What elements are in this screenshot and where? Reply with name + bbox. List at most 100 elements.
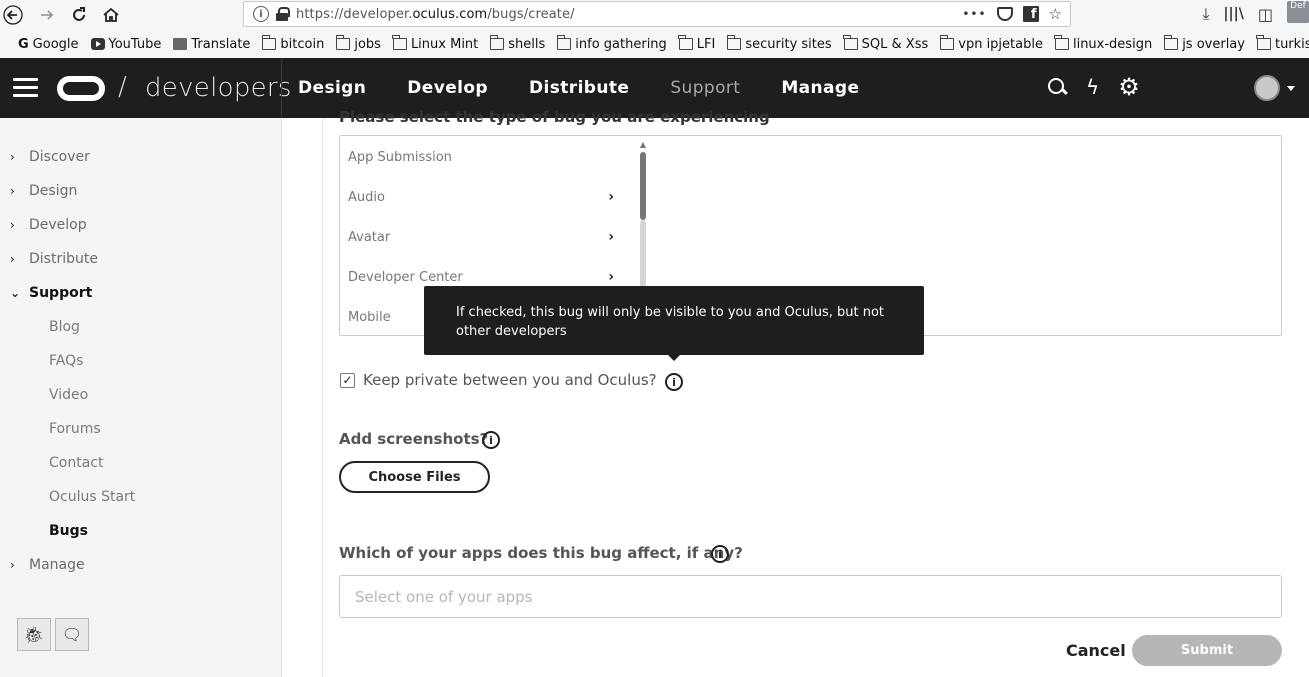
sidebar-item-develop[interactable]: › Develop bbox=[0, 214, 87, 236]
privacy-tooltip: If checked, this bug will only be visibl… bbox=[424, 286, 924, 361]
bug-type-label: Please select the type of bug you are ex… bbox=[339, 108, 770, 126]
folder-icon bbox=[556, 35, 572, 50]
bug-report-button[interactable]: 🐞︎ bbox=[17, 618, 51, 651]
bookmark-folder[interactable]: turkish bbox=[1256, 35, 1309, 52]
content-divider bbox=[322, 118, 323, 677]
bookmark-folder[interactable]: SQL & Xss bbox=[843, 35, 928, 52]
bookmark-google[interactable]: G Google bbox=[18, 37, 79, 52]
chevron-down-icon: ⌄ bbox=[10, 286, 21, 300]
pocket-icon[interactable] bbox=[996, 7, 1013, 21]
sidebar-item-design[interactable]: › Design bbox=[0, 180, 77, 202]
forward-arrow-icon bbox=[41, 10, 54, 20]
reload-button[interactable] bbox=[66, 2, 92, 28]
youtube-icon bbox=[90, 38, 105, 50]
bookmark-star-icon[interactable]: ☆ bbox=[1049, 5, 1062, 23]
scrollbar-thumb[interactable] bbox=[640, 152, 646, 220]
bookmark-folder[interactable]: LFI bbox=[678, 35, 715, 52]
forward-button[interactable] bbox=[34, 2, 60, 28]
nav-design[interactable]: Design bbox=[298, 78, 366, 98]
google-icon: G bbox=[18, 36, 29, 52]
info-icon[interactable]: i bbox=[665, 373, 683, 391]
sidebar-item-discover[interactable]: › Discover bbox=[0, 146, 90, 168]
sidebar-item-faqs[interactable]: FAQs bbox=[49, 350, 83, 372]
sidebar-item-bugs[interactable]: Bugs bbox=[49, 520, 88, 542]
hamburger-menu-icon[interactable] bbox=[13, 78, 38, 98]
reload-icon bbox=[73, 7, 85, 21]
feedback-button[interactable]: 🗨︎ bbox=[55, 618, 89, 651]
scroll-up-icon[interactable]: ▲ bbox=[638, 140, 648, 149]
chevron-right-icon: › bbox=[10, 558, 15, 572]
info-icon[interactable]: i bbox=[482, 431, 500, 449]
apps-label: Which of your apps does this bug affect,… bbox=[339, 544, 743, 562]
nav-distribute[interactable]: Distribute bbox=[529, 78, 629, 98]
facebook-icon[interactable]: f bbox=[1022, 6, 1039, 22]
bookmark-folder[interactable]: bitcoin bbox=[261, 35, 324, 52]
folder-icon bbox=[843, 35, 858, 50]
nav-manage[interactable]: Manage bbox=[781, 78, 859, 98]
avatar[interactable] bbox=[1254, 75, 1280, 101]
sidebar-item-manage[interactable]: › Manage bbox=[0, 554, 85, 576]
private-checkbox[interactable]: ✓ bbox=[340, 373, 355, 388]
sidebar-item-blog[interactable]: Blog bbox=[49, 316, 80, 338]
list-item[interactable]: App Submission bbox=[348, 146, 620, 168]
list-item[interactable]: Audio › bbox=[348, 186, 620, 208]
search-icon[interactable] bbox=[1047, 77, 1067, 97]
library-icon[interactable]: |||\ bbox=[1223, 6, 1243, 22]
folder-icon bbox=[1054, 35, 1069, 50]
nav-support[interactable]: Support bbox=[670, 78, 740, 98]
folder-icon bbox=[335, 35, 351, 50]
back-button[interactable] bbox=[0, 2, 26, 28]
home-button[interactable] bbox=[98, 2, 124, 28]
sidebar-item-distribute[interactable]: › Distribute bbox=[0, 248, 98, 270]
list-item[interactable]: Developer Center › bbox=[348, 266, 620, 288]
browser-toolbar: i https://developer.oculus.com/bugs/crea… bbox=[0, 0, 1309, 30]
sidebar-item-video[interactable]: Video bbox=[49, 384, 88, 406]
url-text: https://developer.oculus.com/bugs/create… bbox=[296, 6, 575, 22]
brand-slash: / bbox=[118, 72, 127, 102]
folder-icon bbox=[261, 35, 277, 50]
gear-icon[interactable]: ⚙ bbox=[1118, 75, 1140, 99]
bookmark-folder[interactable]: Linux Mint bbox=[392, 35, 478, 52]
list-item[interactable]: Avatar › bbox=[348, 226, 620, 248]
folder-icon bbox=[678, 35, 693, 50]
sidebar-item-oculus-start[interactable]: Oculus Start bbox=[49, 486, 135, 508]
oculus-logo[interactable] bbox=[57, 76, 105, 101]
page-actions-icon[interactable]: ••• bbox=[962, 7, 986, 21]
bookmark-youtube[interactable]: YouTube bbox=[90, 37, 161, 52]
downloads-icon[interactable]: ⤓ bbox=[1202, 4, 1209, 24]
bookmark-folder[interactable]: js overlay bbox=[1163, 35, 1245, 52]
nav-develop[interactable]: Develop bbox=[407, 78, 488, 98]
bookmark-folder[interactable]: linux-design bbox=[1054, 35, 1152, 52]
sidebar-item-support[interactable]: ⌄ Support bbox=[0, 282, 92, 304]
page-info-icon[interactable]: i bbox=[253, 6, 269, 22]
sidebar: › Discover › Design › Develop › Distribute ⌄… bbox=[0, 118, 282, 677]
address-bar[interactable]: i https://developer.oculus.com/bugs/crea… bbox=[243, 1, 1071, 27]
sidebar-item-forums[interactable]: Forums bbox=[49, 418, 101, 440]
brand-name[interactable]: developers bbox=[145, 73, 292, 103]
sidebar-item-contact[interactable]: Contact bbox=[49, 452, 103, 474]
bookmark-folder[interactable]: info gathering bbox=[556, 35, 667, 52]
bookmark-folder[interactable]: shells bbox=[489, 35, 545, 52]
choose-files-button[interactable]: Choose Files bbox=[339, 461, 490, 493]
folder-icon bbox=[1256, 35, 1271, 50]
header-divider bbox=[281, 58, 282, 118]
folder-icon bbox=[726, 35, 742, 50]
chevron-right-icon: › bbox=[10, 150, 15, 164]
folder-icon bbox=[392, 35, 407, 50]
lightning-icon[interactable]: ϟ bbox=[1086, 77, 1099, 97]
bookmark-folder[interactable]: security sites bbox=[726, 35, 832, 52]
chevron-down-icon[interactable] bbox=[1287, 86, 1295, 91]
home-icon bbox=[103, 7, 119, 22]
bookmarks-bar: G Google YouTube Translate bitcoin jobs L… bbox=[0, 30, 1309, 58]
private-checkbox-label[interactable]: Keep private between you and Oculus? bbox=[363, 371, 657, 389]
lock-icon[interactable] bbox=[276, 7, 290, 21]
app-select-input[interactable]: Select one of your apps bbox=[339, 575, 1282, 618]
bookmark-folder[interactable]: vpn ipjetable bbox=[939, 35, 1043, 52]
sidebar-toggle-icon[interactable]: ◫ bbox=[1258, 5, 1273, 24]
info-icon[interactable]: i bbox=[711, 545, 729, 563]
submit-button[interactable]: Submit bbox=[1132, 635, 1282, 666]
bookmark-translate[interactable]: Translate bbox=[173, 37, 250, 52]
bookmark-folder[interactable]: jobs bbox=[335, 35, 381, 52]
cancel-button[interactable]: Cancel bbox=[1066, 641, 1126, 660]
profile-badge[interactable]: Def bbox=[1287, 1, 1309, 23]
